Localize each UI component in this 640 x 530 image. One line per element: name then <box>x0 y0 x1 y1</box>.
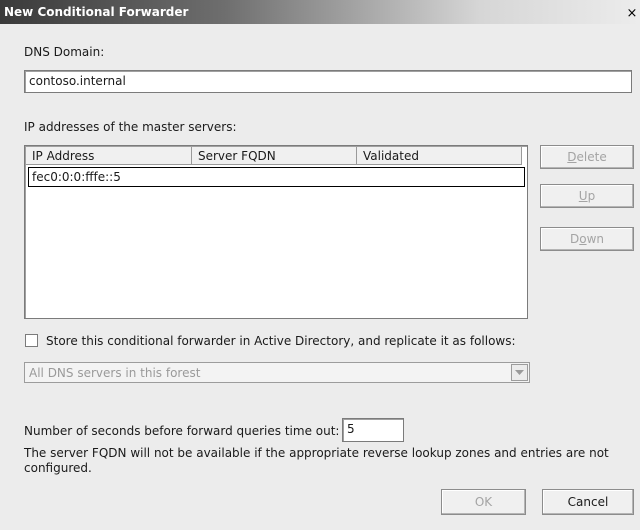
title-bar[interactable]: New Conditional Forwarder × <box>0 0 640 24</box>
new-conditional-forwarder-dialog: New Conditional Forwarder × DNS Domain: … <box>0 0 640 530</box>
timeout-seconds-input[interactable]: 5 <box>342 418 404 442</box>
store-in-ad-label: Store this conditional forwarder in Acti… <box>46 334 516 348</box>
close-icon[interactable]: × <box>626 7 638 20</box>
replication-scope-value: All DNS servers in this forest <box>29 366 201 380</box>
timeout-label: Number of seconds before forward queries… <box>24 424 340 438</box>
store-in-ad-checkbox[interactable] <box>25 334 38 347</box>
master-servers-list[interactable]: IP Address Server FQDN Validated fec0:0:… <box>24 145 528 319</box>
ok-button[interactable]: OK <box>441 489 526 515</box>
column-header-server-fqdn[interactable]: Server FQDN <box>192 147 357 165</box>
dns-domain-label: DNS Domain: <box>24 45 105 59</box>
list-item[interactable]: fec0:0:0:fffe::5 <box>28 167 525 187</box>
replication-scope-select[interactable]: All DNS servers in this forest <box>24 362 530 383</box>
dns-domain-input[interactable]: contoso.internal <box>24 70 632 93</box>
up-button[interactable]: Up <box>540 184 634 208</box>
delete-button[interactable]: Delete <box>540 145 634 169</box>
ip-address-cell: fec0:0:0:fffe::5 <box>32 170 121 184</box>
column-header-validated[interactable]: Validated <box>357 147 522 165</box>
cancel-button[interactable]: Cancel <box>542 489 634 515</box>
list-header: IP Address Server FQDN Validated <box>26 147 526 165</box>
down-button[interactable]: Down <box>540 227 634 251</box>
master-servers-label: IP addresses of the master servers: <box>24 120 237 134</box>
chevron-down-icon[interactable] <box>511 364 528 381</box>
column-header-ip-address[interactable]: IP Address <box>26 147 192 165</box>
dialog-title: New Conditional Forwarder <box>4 5 189 19</box>
fqdn-note: The server FQDN will not be available if… <box>24 446 609 475</box>
